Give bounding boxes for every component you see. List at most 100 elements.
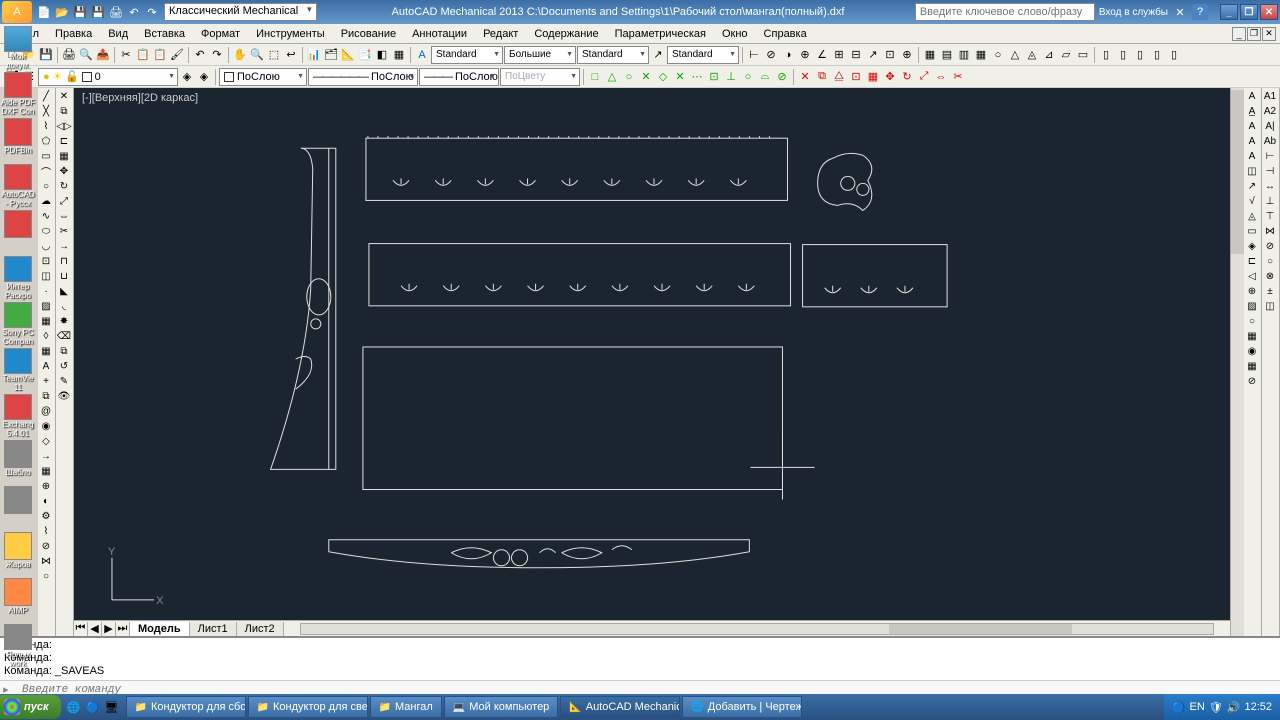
am-surftex-icon[interactable]: √ [1244, 194, 1260, 209]
drawing-canvas[interactable]: [-][Верхняя][2D каркас] [74, 88, 1230, 620]
osnap-nearest-icon[interactable]: ⌓ [757, 69, 773, 85]
modify-rotate-tool[interactable]: ↻ [56, 179, 72, 194]
tab-next-button[interactable]: ▶ [102, 622, 116, 636]
am-fcf-icon[interactable]: ▭ [1244, 224, 1260, 239]
search-input[interactable] [915, 3, 1095, 21]
annot-a4-icon[interactable]: Ab [1262, 134, 1278, 149]
annot-a3-icon[interactable]: A| [1262, 119, 1278, 134]
menu-content[interactable]: Содержание [526, 26, 606, 42]
annot-dim3-icon[interactable]: ↔ [1262, 179, 1278, 194]
pan-button[interactable]: ✋ [232, 47, 248, 63]
qcalc-button[interactable]: ▦ [391, 47, 407, 63]
field-icon[interactable]: ▤ [939, 47, 955, 63]
am-text3-icon[interactable]: A [1244, 149, 1260, 164]
bom-icon[interactable]: ▥ [956, 47, 972, 63]
menu-modify[interactable]: Редакт [475, 26, 526, 42]
ray-tool[interactable]: → [38, 449, 54, 464]
exchange-icon[interactable]: ✕ [1172, 4, 1188, 20]
menu-window[interactable]: Окно [714, 26, 756, 42]
am-note-icon[interactable]: ◫ [1244, 164, 1260, 179]
desktop-icon-label[interactable]: Моидокум. [6, 52, 30, 70]
start-button[interactable]: пуск [0, 695, 61, 719]
amshaft-tool[interactable]: ⊕ [38, 479, 54, 494]
am-section-icon[interactable]: ▨ [1244, 299, 1260, 314]
erase-icon[interactable]: ✕ [797, 69, 813, 85]
tray-icon-2[interactable]: 🛡 [1209, 701, 1223, 714]
close-button[interactable]: ✕ [1260, 4, 1278, 20]
horizontal-scrollbar[interactable] [300, 623, 1214, 635]
mleaderstyle-icon[interactable]: ↗ [650, 47, 666, 63]
cut-button[interactable]: ✂ [118, 47, 134, 63]
task-button-3[interactable]: 📁 Мангал [370, 696, 442, 718]
linetype-dropdown[interactable]: ——————ПоСлою [308, 68, 418, 86]
ssm-button[interactable]: 📑 [357, 47, 373, 63]
menu-format[interactable]: Формат [193, 26, 248, 42]
offset-icon[interactable]: ⊡ [848, 69, 864, 85]
addselected-tool[interactable]: + [38, 374, 54, 389]
view3-icon[interactable]: ▯ [1132, 47, 1148, 63]
dim-aligned-icon[interactable]: ⊘ [763, 47, 779, 63]
modify-move-tool[interactable]: ✥ [56, 164, 72, 179]
scale-icon[interactable]: ⤢ [916, 69, 932, 85]
osnap-quadrant-icon[interactable]: ◇ [655, 69, 671, 85]
menu-parametric[interactable]: Параметрическая [607, 26, 714, 42]
minimize-button[interactable]: _ [1220, 4, 1238, 20]
osnap-extension-icon[interactable]: ⋯ [689, 69, 705, 85]
saveas-icon[interactable]: 💾 [90, 4, 106, 20]
print-icon[interactable]: 🖨 [108, 4, 124, 20]
arc-tool[interactable]: ⌒ [38, 164, 54, 179]
mesh-tool[interactable]: ▦ [38, 464, 54, 479]
am-detail-icon[interactable]: ○ [1244, 314, 1260, 329]
osnap-endpoint-icon[interactable]: □ [587, 69, 603, 85]
partslist-icon[interactable]: ▦ [973, 47, 989, 63]
annot-dim1-icon[interactable]: ⊢ [1262, 149, 1278, 164]
datum-icon[interactable]: ▱ [1058, 47, 1074, 63]
modify-break-tool[interactable]: ⊓ [56, 254, 72, 269]
open-icon[interactable]: 📂 [54, 4, 70, 20]
annot-a1-icon[interactable]: A1 [1262, 89, 1278, 104]
modify-join-tool[interactable]: ⊔ [56, 269, 72, 284]
osnap-perpendicular-icon[interactable]: ⊥ [723, 69, 739, 85]
menu-annotations[interactable]: Аннотации [404, 26, 475, 42]
array-icon[interactable]: ▦ [865, 69, 881, 85]
tray-icon-3[interactable]: 🔊 [1227, 701, 1241, 714]
print-button[interactable]: 🖨 [61, 47, 77, 63]
revcloud-tool[interactable]: ☁ [38, 194, 54, 209]
undo-icon[interactable]: ↶ [126, 4, 142, 20]
amchain-tool[interactable]: ⋈ [38, 554, 54, 569]
tray-clock[interactable]: 12:52 [1244, 701, 1272, 713]
annot-dim2-icon[interactable]: ⊣ [1262, 164, 1278, 179]
text-style-a-icon[interactable]: A [1244, 89, 1260, 104]
centermark-icon[interactable]: ⊕ [899, 47, 915, 63]
am-centerline-icon[interactable]: ⊕ [1244, 284, 1260, 299]
annot-dim4-icon[interactable]: ⊥ [1262, 194, 1278, 209]
powerrecall-tool[interactable]: ↺ [56, 359, 72, 374]
zoom-button[interactable]: 🔍 [249, 47, 265, 63]
modify-array-tool[interactable]: ▦ [56, 149, 72, 164]
ql-desktop-icon[interactable]: 🖥 [103, 697, 121, 717]
annot-chain-icon[interactable]: ⋈ [1262, 224, 1278, 239]
mleaderstyle-dropdown[interactable]: Standard [667, 46, 739, 64]
tab-sheet2[interactable]: Лист2 [237, 622, 284, 636]
amspring-tool[interactable]: ⌇ [38, 524, 54, 539]
mdi-minimize[interactable]: _ [1232, 27, 1246, 41]
tp-button[interactable]: 📐 [340, 47, 356, 63]
markup-button[interactable]: ◧ [374, 47, 390, 63]
modify-erase-tool[interactable]: ✕ [56, 89, 72, 104]
tab-first-button[interactable]: ⏮ [74, 622, 88, 636]
am-text2-icon[interactable]: A [1244, 134, 1260, 149]
xline-tool[interactable]: ╳ [38, 104, 54, 119]
save-button[interactable]: 💾 [38, 47, 54, 63]
am-title-icon[interactable]: ▦ [1244, 329, 1260, 344]
dim-continue-icon[interactable]: ⊟ [848, 47, 864, 63]
task-button-4[interactable]: 💻 Мой компьютер [444, 696, 559, 718]
task-button-5[interactable]: 📐 AutoCAD Mechanical ... [560, 696, 680, 718]
modify-stretch-tool[interactable]: ⇔ [56, 209, 72, 224]
save-icon[interactable]: 💾 [72, 4, 88, 20]
wipeout-tool[interactable]: ◇ [38, 434, 54, 449]
paste-button[interactable]: 📋 [152, 47, 168, 63]
point-tool[interactable]: · [38, 284, 54, 299]
modify-mirror-tool[interactable]: ◁▷ [56, 119, 72, 134]
view2-icon[interactable]: ▯ [1115, 47, 1131, 63]
view4-icon[interactable]: ▯ [1149, 47, 1165, 63]
